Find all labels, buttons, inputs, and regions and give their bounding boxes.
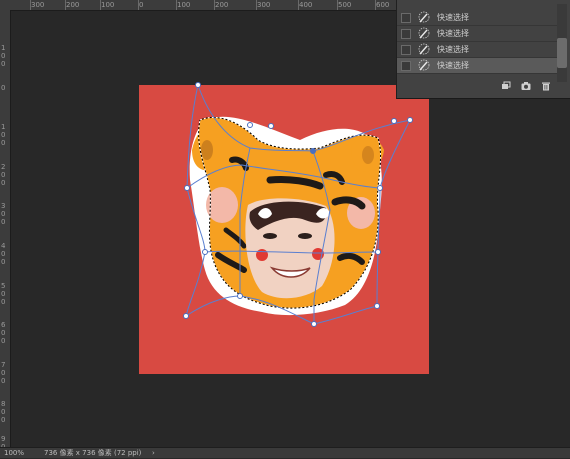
history-item-label: 快速选择 — [437, 13, 469, 22]
history-item-label: 快速选择 — [437, 61, 469, 70]
eye-right — [298, 233, 312, 239]
quick-selection-icon — [418, 11, 430, 23]
quick-selection-icon — [418, 27, 430, 39]
camera-icon[interactable] — [521, 81, 531, 91]
eye-left — [263, 233, 277, 239]
history-item[interactable]: 快速选择 — [397, 10, 557, 26]
quick-selection-icon — [418, 59, 430, 71]
warp-handle — [247, 122, 253, 128]
warp-handle — [183, 313, 189, 319]
history-item-active[interactable]: 快速选择 — [397, 58, 557, 74]
panel-scrollbar-thumb[interactable] — [557, 38, 567, 68]
warp-handle — [195, 82, 201, 88]
history-item-label: 快速选择 — [437, 45, 469, 54]
history-item[interactable]: 快速选择 — [397, 42, 557, 58]
panel-footer — [397, 75, 570, 97]
status-bar: 100% 736 像素 x 736 像素 (72 ppi) › — [0, 447, 570, 458]
inner-ear-right — [362, 146, 374, 164]
warp-handle — [184, 185, 190, 191]
history-item-label: 快速选择 — [437, 29, 469, 38]
warp-handle — [391, 118, 397, 124]
trash-icon[interactable] — [541, 81, 551, 91]
history-checkbox[interactable] — [401, 45, 411, 55]
quick-selection-icon — [418, 43, 430, 55]
warp-handle — [237, 293, 243, 299]
history-item[interactable]: 快速选择 — [397, 26, 557, 42]
history-panel: 快速选择 快速选择 快速选择 快速选择 — [396, 0, 570, 99]
history-checkbox[interactable] — [401, 29, 411, 39]
history-checkbox[interactable] — [401, 13, 411, 23]
history-checkbox[interactable] — [401, 61, 411, 71]
inner-ear-left — [201, 140, 213, 160]
warp-handle — [375, 249, 381, 255]
warp-handle — [310, 148, 316, 154]
warp-handle — [374, 303, 380, 309]
warp-handle — [311, 321, 317, 327]
new-snapshot-icon[interactable] — [501, 81, 511, 91]
warp-handle — [377, 185, 383, 191]
warp-handle — [407, 117, 413, 123]
red-dot-left — [256, 249, 268, 261]
warp-handle — [268, 123, 274, 129]
warp-handle — [202, 249, 208, 255]
